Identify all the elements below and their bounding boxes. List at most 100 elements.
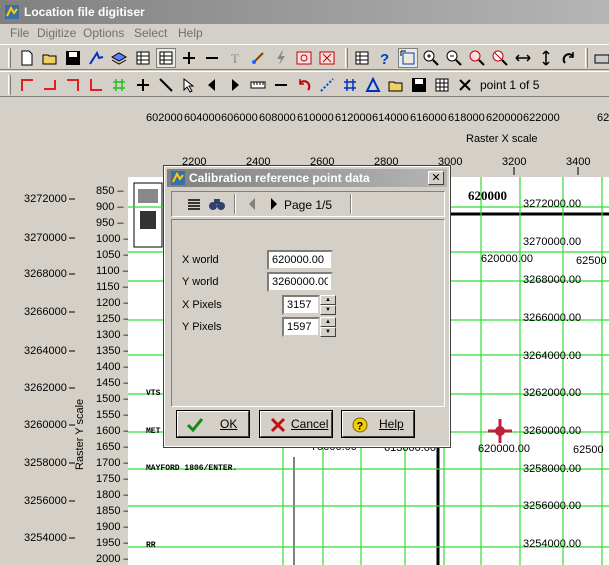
corner-top-left-icon[interactable] [18,76,36,94]
table-edit-icon[interactable] [134,49,152,67]
pointer-icon[interactable] [180,76,198,94]
ok-button-label: OK [220,417,238,431]
cancel-button-label: Cancel [291,417,329,431]
x-world-tick: 614000 [372,112,409,124]
menu-file[interactable]: File [10,26,29,40]
y-world-tick-marks [69,198,75,539]
y-pixel-tick: 1200 – [96,297,130,309]
x-pixels-stepper[interactable]: ▲ ▼ [320,295,336,315]
text-tool-icon[interactable]: T [226,49,244,67]
scatter-points-icon[interactable] [318,76,336,94]
grid-blue-icon[interactable] [341,76,359,94]
x-world-tick: 616000 [410,112,447,124]
delete-minus-icon[interactable] [272,76,290,94]
list-icon[interactable] [186,196,202,212]
zoom-reset-icon[interactable] [491,49,509,67]
x-world-tick: 622000 [523,112,560,124]
arrow-left-icon[interactable] [203,76,221,94]
calibration-table-icon[interactable] [353,49,371,67]
help-question-icon[interactable]: ? [376,49,394,67]
cancel-button[interactable]: Cancel [259,410,333,438]
y-pixels-field[interactable] [282,317,320,337]
undo-icon[interactable] [295,76,313,94]
dialog-titlebar[interactable]: Calibration reference point data ✕ [167,169,447,187]
binoculars-icon[interactable] [208,195,226,213]
edit-line-icon[interactable] [249,49,267,67]
ok-button[interactable]: OK [176,410,250,438]
clear-region-icon[interactable] [318,49,336,67]
toolbar-grip[interactable] [585,48,588,68]
y-world-tick: 3256000 [24,495,67,507]
ruler-icon[interactable] [249,76,267,94]
y-pixel-tick: 1550 – [96,409,130,421]
previous-page-icon[interactable] [246,197,258,211]
y-pixel-tick: 2000 – [96,553,130,565]
table-icon[interactable] [433,76,451,94]
table-select-icon[interactable] [156,48,176,68]
arrow-right-icon[interactable] [226,76,244,94]
zoom-out-icon[interactable] [445,49,463,67]
dialog-app-icon [171,171,185,185]
scan-text: MET [146,427,161,436]
menu-options[interactable]: Options [83,26,124,40]
layers-icon[interactable] [110,49,128,67]
toolbar-grip[interactable] [345,48,348,68]
toolbar-grip[interactable] [8,75,11,95]
lightning-icon[interactable] [272,49,290,67]
redo-icon[interactable] [560,49,578,67]
y-pixel-tick: 1150 – [96,281,129,293]
y-pixel-tick: 1700 – [96,457,130,469]
y-world-field[interactable] [267,272,333,292]
next-page-icon[interactable] [268,197,280,211]
zoom-full-icon[interactable] [468,49,486,67]
corner-top-right-icon[interactable] [64,76,82,94]
minus-icon[interactable] [203,49,221,67]
new-file-icon[interactable] [18,49,36,67]
x-pixels-field[interactable] [282,295,320,315]
grid-green-icon[interactable] [110,76,128,94]
x-world-tick: 610000 [297,112,334,124]
help-button[interactable]: ? Help [341,410,415,438]
y-world-tick: 3268000 [24,268,67,280]
triangle-icon[interactable] [364,76,382,94]
y-pixel-tick: 1000 – [96,233,130,245]
y-pixel-tick: 1050 – [96,249,130,261]
toolbar-grip[interactable] [8,48,11,68]
pan-vertical-icon[interactable] [537,49,555,67]
menu-help[interactable]: Help [178,26,203,40]
open-file-icon[interactable] [41,49,59,67]
digitize-arrow-icon[interactable] [87,49,105,67]
save-disk-icon[interactable] [410,76,428,94]
corner-bottom-right-icon[interactable] [41,76,59,94]
map-y-label: 3258000.00 [523,463,582,475]
delete-x-icon[interactable] [456,76,474,94]
svg-text:?: ? [357,421,364,433]
add-point-icon[interactable] [134,76,152,94]
select-frame-icon[interactable] [398,48,418,68]
zoom-region-icon[interactable] [295,49,313,67]
map-y-label: 3260000.00 [523,425,582,437]
zoom-in-icon[interactable] [422,49,440,67]
y-pixel-tick: 1100 – [96,265,129,277]
corner-bottom-left-icon[interactable] [87,76,105,94]
y-world-tick: 3262000 [24,382,67,394]
save-icon[interactable] [64,49,82,67]
x-world-field[interactable] [267,250,333,270]
menu-bar: File Digitize Options Select Help [0,24,609,42]
y-pixel-tick: 1600 – [96,425,130,437]
raster-y-scale-label: Raster Y scale [74,398,86,470]
calibration-marker[interactable] [488,419,512,443]
help-icon: ? [352,417,368,433]
y-pixels-stepper[interactable]: ▲ ▼ [320,317,336,337]
dialog-close-button[interactable]: ✕ [428,171,444,185]
menu-digitize[interactable]: Digitize [37,26,76,40]
map-x-label: 62500 [576,255,607,267]
open-folder-icon[interactable] [387,76,405,94]
pan-horizontal-icon[interactable] [514,49,532,67]
y-pixel-tick: 1900 – [96,521,130,533]
plus-icon[interactable] [180,49,198,67]
app-icon [5,5,19,19]
draw-line-icon[interactable] [157,76,175,94]
print-icon[interactable] [593,49,609,67]
menu-select[interactable]: Select [134,26,167,40]
